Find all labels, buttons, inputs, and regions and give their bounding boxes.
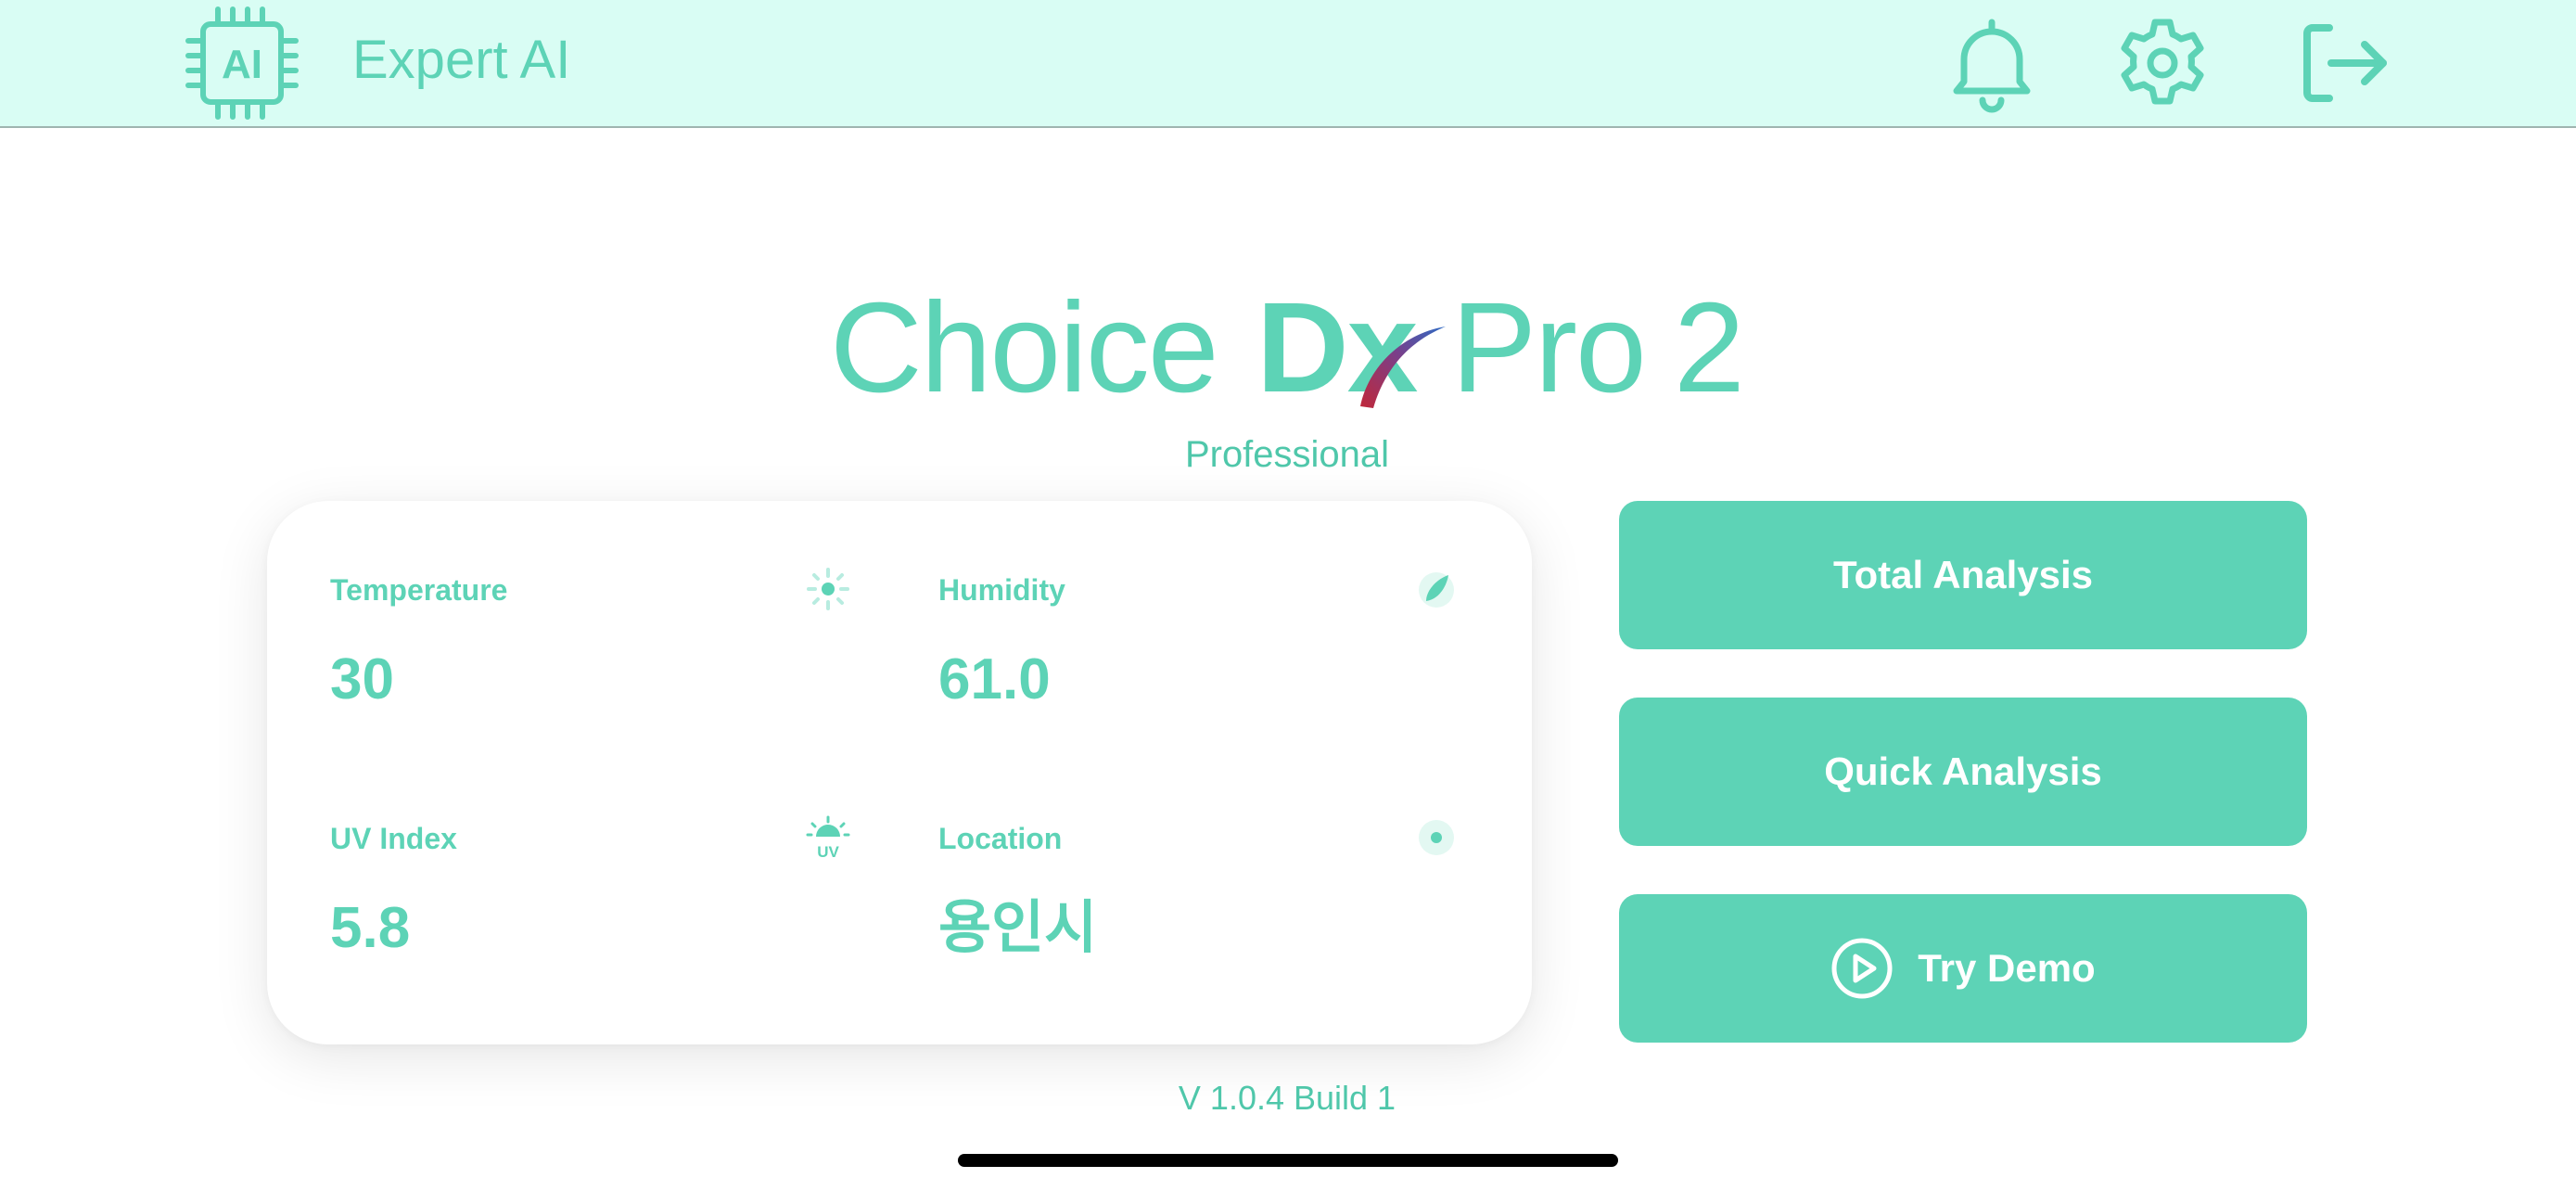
sun-icon (807, 568, 849, 610)
location-metric: Location 용인시 (938, 820, 1476, 1005)
quick-analysis-label: Quick Analysis (1824, 749, 2102, 793)
edition-label: Professional (1184, 434, 1390, 475)
environment-card: Temperature 30 Humidity 61.0 UV Index UV… (267, 501, 1532, 1044)
total-analysis-label: Total Analysis (1832, 553, 2094, 596)
try-demo-button[interactable]: Try Demo (1619, 894, 2307, 1043)
app-name: Expert AI (352, 30, 571, 90)
svg-text:UV: UV (817, 843, 839, 861)
ai-chip-icon: AI (185, 6, 299, 120)
water-drop-icon (1419, 572, 1454, 608)
location-label: Location (938, 822, 1063, 855)
play-circle-icon (1831, 938, 1893, 999)
product-name-choice: Choice (830, 276, 1219, 419)
uv-index-metric: UV Index UV 5.8 (330, 815, 868, 1005)
version-label: V 1.0.4 Build 1 (1178, 1079, 1396, 1117)
uv-index-value: 5.8 (330, 896, 411, 960)
product-name-version: 2 (1674, 276, 1745, 419)
humidity-metric: Humidity 61.0 (938, 571, 1476, 757)
temperature-metric: Temperature 30 (330, 568, 868, 757)
temperature-value: 30 (330, 647, 394, 711)
product-logo: Choice Dx Pro 2 (830, 278, 1757, 417)
location-pin-icon (1419, 820, 1454, 855)
logout-icon[interactable] (2287, 9, 2398, 117)
top-bar: AI Expert AI (0, 0, 2576, 128)
logo-text: AI (222, 42, 262, 87)
quick-analysis-button[interactable]: Quick Analysis (1619, 698, 2307, 846)
humidity-value: 61.0 (938, 647, 1051, 711)
notification-bell-icon[interactable] (1936, 9, 2047, 117)
location-value: 용인시 (938, 896, 1098, 960)
uv-index-label: UV Index (330, 822, 457, 855)
temperature-label: Temperature (330, 573, 508, 607)
uv-sun-icon: UV (806, 815, 850, 861)
humidity-label: Humidity (938, 573, 1065, 607)
total-analysis-button[interactable]: Total Analysis (1619, 501, 2307, 649)
swoosh-mark-icon (1360, 327, 1446, 408)
try-demo-label: Try Demo (1918, 946, 2096, 990)
product-name-pro: Pro (1451, 276, 1647, 419)
settings-gear-icon[interactable] (2107, 9, 2218, 117)
home-indicator[interactable] (958, 1154, 1618, 1167)
